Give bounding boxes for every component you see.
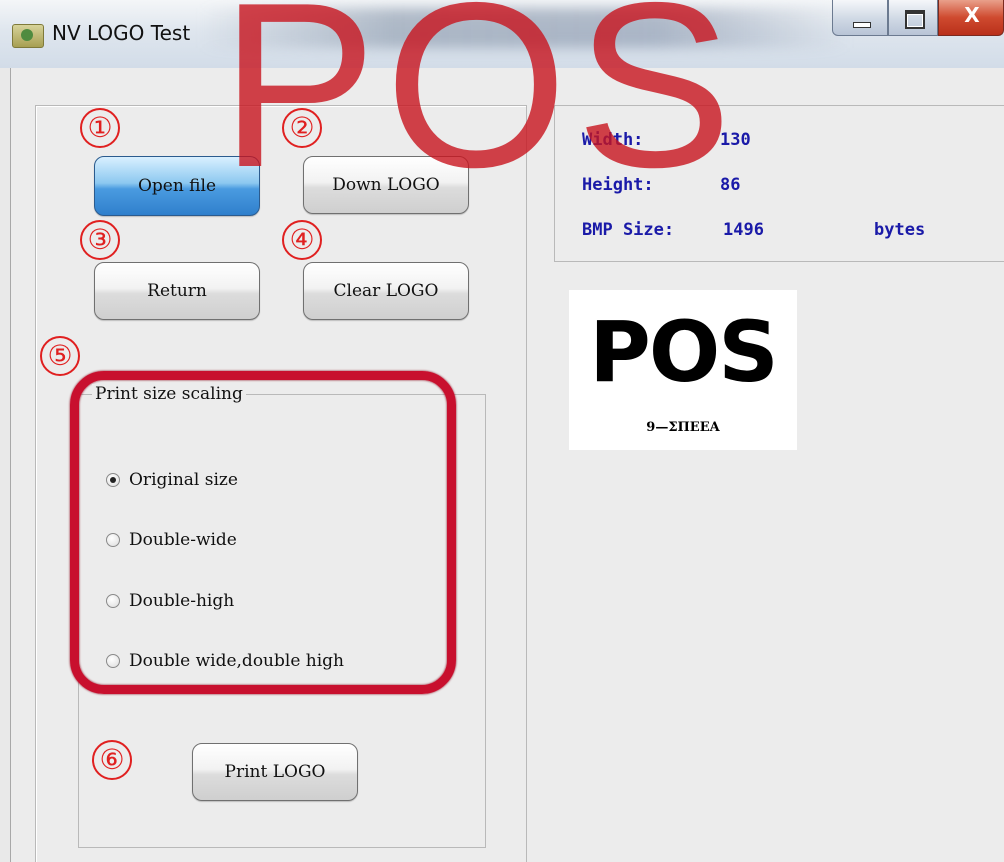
width-value: 130	[720, 130, 751, 150]
return-button[interactable]: Return	[94, 262, 260, 320]
print-logo-button[interactable]: Print LOGO	[192, 743, 358, 801]
step-1-marker: ①	[80, 108, 120, 148]
title-bar-glass	[200, 8, 850, 48]
radio-original-size[interactable]: Original size	[106, 470, 238, 490]
close-icon: X	[964, 3, 980, 27]
height-label: Height:	[582, 175, 654, 195]
maximize-icon	[905, 10, 925, 29]
radio-unchecked-icon[interactable]	[106, 533, 120, 547]
clear-logo-button[interactable]: Clear LOGO	[303, 262, 469, 320]
app-icon	[12, 24, 44, 48]
radio-label: Double-high	[129, 591, 235, 611]
width-label: Width:	[582, 130, 644, 150]
radio-double-high[interactable]: Double-high	[106, 591, 234, 611]
print-size-scaling-title: Print size scaling	[92, 384, 246, 404]
radio-double-wide-double-high[interactable]: Double wide,double high	[106, 651, 344, 671]
radio-checked-icon[interactable]	[106, 473, 120, 487]
step-4-marker: ④	[282, 220, 322, 260]
bmp-size-label: BMP Size:	[582, 220, 675, 240]
step-3-marker: ③	[80, 220, 120, 260]
bmp-size-value: 1496	[723, 220, 764, 240]
step-5-marker: ⑤	[40, 336, 80, 376]
radio-unchecked-icon[interactable]	[106, 654, 120, 668]
step-2-marker: ②	[282, 108, 322, 148]
radio-label: Original size	[129, 470, 238, 490]
down-logo-button[interactable]: Down LOGO	[303, 156, 469, 214]
radio-unchecked-icon[interactable]	[106, 594, 120, 608]
radio-label: Double-wide	[129, 530, 237, 550]
app-window: NV LOGO Test X ① ② ③ ④ ⑤ ⑥ Open file Dow…	[0, 0, 1004, 862]
title-bar[interactable]: NV LOGO Test X	[0, 0, 1004, 68]
window-title: NV LOGO Test	[52, 21, 191, 45]
open-file-button[interactable]: Open file	[94, 156, 260, 216]
minimize-icon	[853, 22, 871, 28]
logo-preview-image: POS 9—ΣΠΕΕΑ	[569, 290, 797, 450]
logo-preview-subtext: 9—ΣΠΕΕΑ	[646, 420, 720, 435]
minimize-button[interactable]	[832, 0, 888, 36]
height-value: 86	[720, 175, 741, 195]
maximize-button[interactable]	[888, 0, 938, 36]
radio-label: Double wide,double high	[129, 651, 344, 671]
bmp-size-unit: bytes	[874, 220, 926, 240]
close-button[interactable]: X	[938, 0, 1004, 36]
radio-double-wide[interactable]: Double-wide	[106, 530, 237, 550]
logo-preview-text: POS	[589, 303, 778, 401]
